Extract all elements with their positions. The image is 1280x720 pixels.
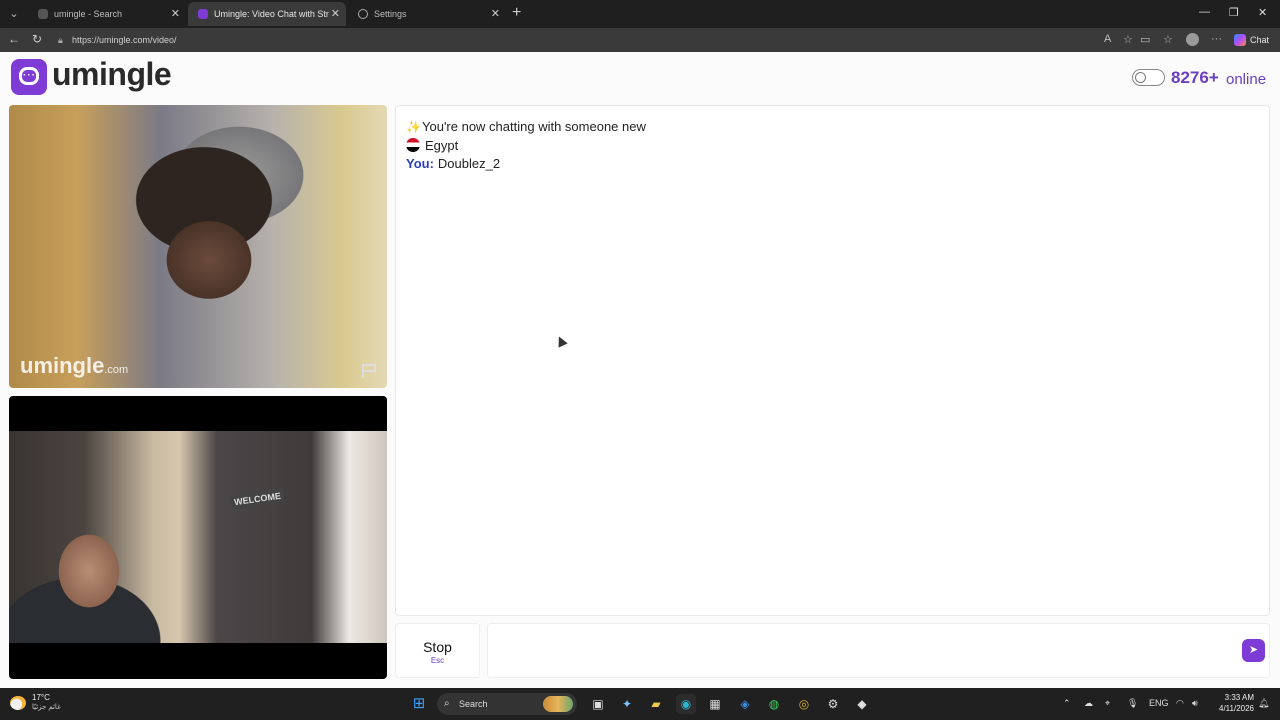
copilot-chat-button[interactable]: Chat — [1234, 32, 1276, 48]
tab-title: umingle - Search — [54, 9, 123, 19]
report-flag-icon[interactable] — [361, 364, 377, 378]
game-app-icon[interactable]: ◆ — [852, 694, 872, 714]
close-icon[interactable]: ✕ — [491, 2, 500, 26]
wifi-icon[interactable]: ◠ — [1176, 698, 1184, 709]
you-name: Doublez_2 — [437, 156, 501, 171]
tab-umingle[interactable]: Umingle: Video Chat with Str ✕ — [188, 2, 346, 26]
send-icon[interactable]: ➤ — [1242, 639, 1265, 662]
search-tab-icon — [38, 9, 48, 19]
sparkle-icon: ✨ — [406, 120, 421, 134]
address-bar[interactable]: 🔒︎ https://umingle.com/video/ — [54, 31, 1094, 49]
clock-date: 4/11/2026 — [1219, 704, 1254, 713]
task-view-icon[interactable]: ▣ — [588, 694, 608, 714]
country-name: Egypt — [425, 138, 459, 153]
tray-overflow-icon[interactable]: ⌃ — [1063, 698, 1071, 709]
favorite-star-icon[interactable]: ☆ — [1123, 33, 1133, 46]
self-camera-feed: WELCOME — [9, 431, 387, 643]
watermark-suffix: .com — [104, 364, 129, 376]
read-aloud-icon[interactable]: A — [1104, 33, 1111, 45]
store-icon[interactable]: ▦ — [705, 694, 725, 714]
online-indicator: 8276+ online — [1132, 68, 1268, 88]
microphone-icon[interactable]: 🎙︎ — [1127, 698, 1138, 709]
country-line: Egypt — [406, 138, 458, 153]
chat-bubble-logo-icon: ··· — [11, 59, 47, 95]
profile-avatar[interactable] — [1186, 33, 1199, 46]
notification-bell-icon[interactable]: 🔔︎ — [1258, 698, 1269, 709]
umingle-favicon-icon — [198, 9, 208, 19]
favorites-icon[interactable]: ☆ — [1163, 33, 1173, 46]
new-tab-button[interactable]: + — [512, 4, 521, 22]
theme-toggle[interactable] — [1132, 69, 1165, 86]
windows-taskbar: 17°C غائم جزئيًا ⊞ ⌕ Search ▣ ✦ ▰ ◉ ▦ ◈ … — [0, 688, 1280, 720]
back-arrow-icon[interactable]: ← — [8, 32, 20, 46]
browser-tab-bar: ⌄ umingle - Search ✕ Umingle: Video Chat… — [0, 0, 1280, 28]
weather-temperature: 17°C — [32, 693, 50, 702]
edge-browser-icon[interactable]: ◉ — [676, 694, 696, 714]
gear-icon — [358, 9, 368, 19]
online-label: online — [1226, 71, 1267, 88]
volume-icon[interactable]: 🔊︎ — [1192, 698, 1198, 709]
watermark-text: umingle — [20, 353, 105, 378]
window-close-icon[interactable]: ✕ — [1258, 6, 1267, 19]
location-icon[interactable]: ⌖ — [1105, 698, 1110, 709]
search-icon: ⌕ — [444, 698, 450, 709]
weather-condition: غائم جزئيًا — [32, 704, 61, 711]
tab-actions-menu-icon[interactable]: ⌄ — [6, 6, 22, 22]
close-icon[interactable]: ✕ — [331, 2, 340, 26]
outlook-icon[interactable]: ◈ — [735, 694, 755, 714]
status-message-text: You're now chatting with someone new — [422, 119, 646, 134]
whatsapp-icon[interactable]: ◍ — [764, 694, 784, 714]
copilot-app-icon[interactable]: ✦ — [617, 694, 637, 714]
copilot-label: Chat — [1250, 35, 1270, 45]
you-label: You: — [406, 156, 434, 171]
taskbar-search-label: Search — [459, 699, 488, 709]
self-video: WELCOME — [9, 396, 387, 679]
video-watermark: umingle.com — [20, 353, 128, 379]
brand-name: umingle — [52, 56, 172, 92]
egypt-flag-icon — [406, 138, 420, 152]
weather-widget[interactable]: 17°C غائم جزئيًا — [10, 693, 70, 715]
tab-title: Settings — [374, 9, 407, 19]
tab-search[interactable]: umingle - Search ✕ — [28, 2, 186, 26]
split-screen-icon[interactable]: ▭ — [1140, 33, 1150, 46]
tab-title: Umingle: Video Chat with Str — [214, 9, 329, 19]
stop-shortcut: Esc — [430, 656, 445, 665]
lock-icon: 🔒︎ — [58, 35, 63, 45]
online-count: 8276+ — [1171, 68, 1219, 87]
copilot-icon — [1234, 34, 1246, 46]
refresh-icon[interactable]: ↻ — [32, 32, 42, 46]
windows-start-icon[interactable]: ⊞ — [409, 694, 429, 714]
taskbar-search[interactable]: ⌕ Search — [437, 693, 577, 715]
stop-label: Stop — [423, 639, 452, 655]
stop-button[interactable]: Stop Esc — [395, 623, 480, 678]
more-menu-icon[interactable]: ··· — [1211, 33, 1222, 45]
welcome-sign: WELCOME — [230, 488, 285, 510]
taskbar-clock[interactable]: 3:33 AM 4/11/2026 — [1212, 692, 1254, 714]
search-highlight-icon — [543, 696, 573, 712]
status-message: ✨You're now chatting with someone new — [406, 119, 646, 134]
stranger-video: umingle.com — [9, 105, 387, 388]
clock-time: 3:33 AM — [1224, 693, 1254, 702]
you-line: You: Doublez_2 — [406, 156, 500, 171]
app-icon[interactable]: ⚙ — [823, 694, 843, 714]
file-explorer-icon[interactable]: ▰ — [646, 694, 666, 714]
close-icon[interactable]: ✕ — [171, 2, 180, 26]
chat-log: ✨You're now chatting with someone new Eg… — [395, 105, 1270, 616]
language-indicator[interactable]: ENG — [1149, 698, 1169, 708]
onedrive-icon[interactable]: ☁ — [1084, 698, 1093, 709]
message-input[interactable] — [487, 623, 1270, 678]
minimize-icon[interactable]: — — [1199, 6, 1210, 18]
umingle-page: ··· umingle 8276+ online umingle.com WEL… — [0, 52, 1280, 688]
tab-settings[interactable]: Settings ✕ — [348, 2, 506, 26]
url-text: https://umingle.com/video/ — [72, 35, 177, 45]
restore-icon[interactable]: ❐ — [1229, 6, 1239, 19]
browser-toolbar: ← ↻ 🔒︎ https://umingle.com/video/ A ☆ ▭ … — [0, 28, 1280, 52]
partly-cloudy-icon — [10, 696, 26, 710]
chrome-icon[interactable]: ◎ — [794, 694, 814, 714]
